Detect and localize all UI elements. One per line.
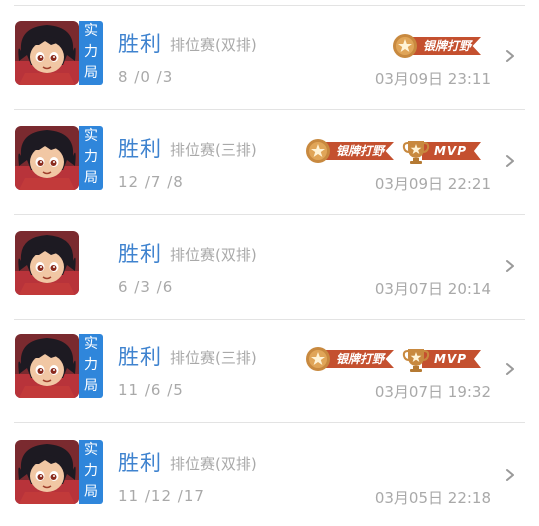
mode-tag: 实力局 [79,334,103,398]
match-type: 排位赛(三排) [170,141,257,159]
match-time: 03月09日 22:21 [374,175,491,193]
match-time: 03月07日 19:32 [374,383,491,401]
badge-group: 银牌打野 [391,31,481,61]
match-type: 排位赛(三排) [170,349,257,367]
kda-stats: 6 /3 /6 [118,278,174,296]
match-time: 03月05日 22:18 [374,489,491,507]
medal-star-icon [304,137,332,165]
mode-tag-char: 力 [84,149,98,165]
jungle-badge: 银牌打野 [304,136,394,166]
hero-avatar [15,21,79,85]
badge-group: 银牌打野 MVP [304,344,481,374]
medal-star-icon [304,345,332,373]
badge-group: 银牌打野 MVP [304,136,481,166]
match-result: 胜利 [118,32,162,56]
badge-label: MVP [421,142,481,160]
mode-tag-char: 实 [84,442,98,458]
chevron-right-icon[interactable] [503,49,517,63]
mode-tag: 实力局 [79,440,103,504]
match-row[interactable]: 实力局 胜利 排位赛(三排) 11 /6 /5 银牌打野 MVP 03月07日 1… [0,318,539,423]
match-row[interactable]: 实力局 胜利 排位赛(双排) 8 /0 /3 银牌打野 03月09日 23:11 [0,5,539,110]
badge-label: 银牌打野 [410,37,481,55]
match-time: 03月07日 20:14 [374,280,491,298]
kda-stats: 12 /7 /8 [118,173,184,191]
match-row[interactable]: 胜利 排位赛(双排) 6 /3 /6 03月07日 20:14 [0,215,539,320]
mode-tag-char: 局 [84,378,98,394]
trophy-star-icon [402,137,430,165]
mode-tag-char: 力 [84,357,98,373]
hero-avatar [15,126,79,190]
mode-tag-char: 局 [84,65,98,81]
match-row[interactable]: 实力局 胜利 排位赛(三排) 12 /7 /8 银牌打野 MVP 03月09日 2… [0,110,539,215]
kda-stats: 11 /6 /5 [118,381,184,399]
mvp-badge: MVP [402,136,481,166]
match-result: 胜利 [118,345,162,369]
mode-tag-char: 实 [84,23,98,39]
hero-avatar [15,440,79,504]
match-type: 排位赛(双排) [170,455,257,473]
match-type: 排位赛(双排) [170,246,257,264]
row-divider [14,422,525,423]
chevron-right-icon[interactable] [503,468,517,482]
match-history-list: 实力局 胜利 排位赛(双排) 8 /0 /3 银牌打野 03月09日 23:11 [0,0,539,526]
mvp-badge: MVP [402,344,481,374]
mode-tag-char: 实 [84,128,98,144]
badge-label: 银牌打野 [323,350,394,368]
medal-star-icon [391,32,419,60]
chevron-right-icon[interactable] [503,259,517,273]
kda-stats: 8 /0 /3 [118,68,174,86]
match-result: 胜利 [118,451,162,475]
trophy-star-icon [402,345,430,373]
mode-tag-char: 实 [84,336,98,352]
jungle-badge: 银牌打野 [304,344,394,374]
match-result: 胜利 [118,137,162,161]
mode-tag-char: 局 [84,170,98,186]
kda-stats: 11 /12 /17 [118,487,205,505]
mode-tag: 实力局 [79,21,103,85]
badge-label: MVP [421,350,481,368]
match-time: 03月09日 23:11 [374,70,491,88]
mode-tag-char: 力 [84,463,98,479]
match-type: 排位赛(双排) [170,36,257,54]
mode-tag-char: 力 [84,44,98,60]
chevron-right-icon[interactable] [503,154,517,168]
mode-tag-char: 局 [84,484,98,500]
jungle-badge: 银牌打野 [391,31,481,61]
match-result: 胜利 [118,242,162,266]
badge-label: 银牌打野 [323,142,394,160]
chevron-right-icon[interactable] [503,362,517,376]
mode-tag: 实力局 [79,126,103,190]
hero-avatar [15,334,79,398]
match-row[interactable]: 实力局 胜利 排位赛(双排) 11 /12 /17 03月05日 22:18 [0,424,539,526]
hero-avatar [15,231,79,295]
